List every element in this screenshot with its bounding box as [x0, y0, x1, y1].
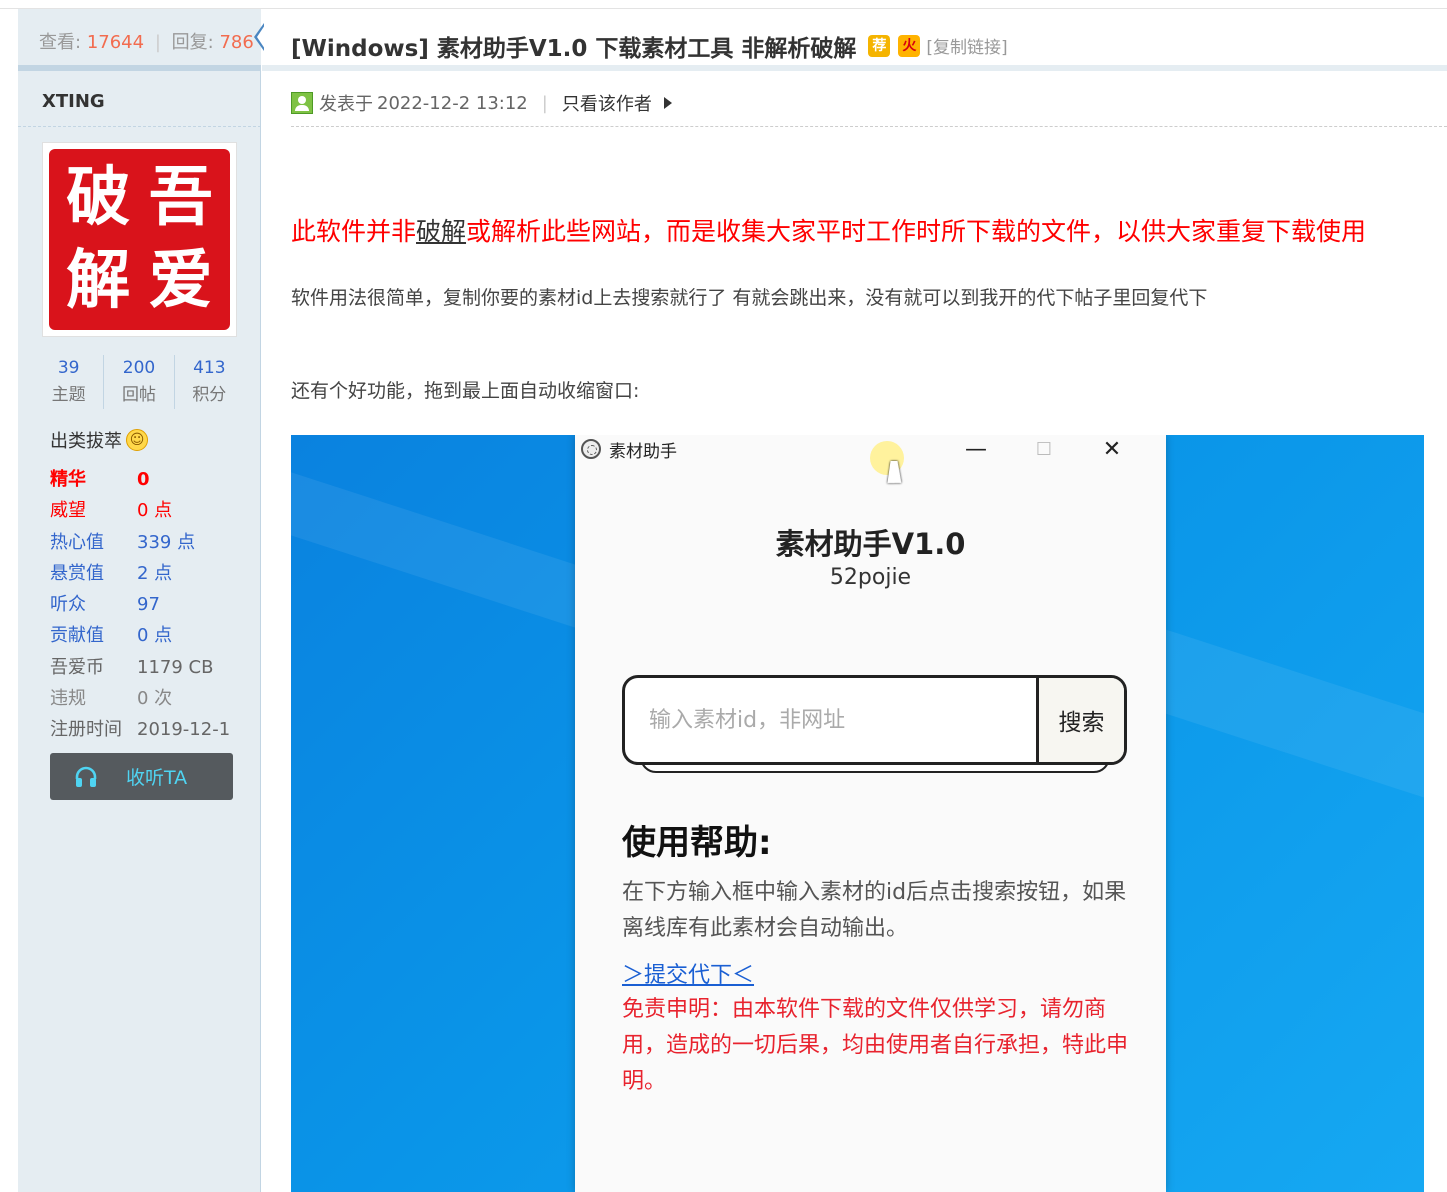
user-group-label[interactable]: 出类拔萃: [50, 427, 122, 453]
prop-key: 吾爱币: [50, 656, 104, 678]
submit-request-link[interactable]: ＞提交代下＜: [622, 957, 754, 989]
count-posts[interactable]: 200 回帖: [104, 355, 175, 409]
only-author-link[interactable]: 只看该作者: [562, 90, 652, 116]
prop-key: 热心值: [50, 531, 104, 553]
author-properties: 精华 0 威望 0 点 热心值 339 点 悬赏值 2 点 听众 97 贡献值 …: [50, 464, 230, 746]
follow-label[interactable]: 收听TA: [126, 763, 187, 790]
post-paragraph-feature: 还有个好功能，拖到最上面自动收缩窗口:: [291, 380, 640, 402]
prop-prestige: 威望 0 点: [50, 495, 230, 526]
meta-separator: |: [541, 92, 548, 114]
prop-contribution: 贡献值 0 点: [50, 620, 230, 651]
highlight-pre: 此软件并非: [291, 217, 417, 246]
prop-value: 2 点: [137, 562, 173, 584]
author-sidebar: 查看: 17644 | 回复: 786 XTING 破 吾 解 爱 39 主题 …: [18, 9, 265, 1192]
prop-violations: 违规 0 次: [50, 683, 230, 714]
prop-register-date: 注册时间 2019-12-1: [50, 714, 230, 745]
recommend-badge-icon[interactable]: 荐: [868, 34, 891, 57]
count-credits[interactable]: 413 积分: [175, 355, 244, 409]
seal-char: 破: [66, 160, 131, 235]
app-window-title: 素材助手: [609, 441, 677, 462]
online-user-icon: [291, 92, 313, 114]
count-label[interactable]: 主题: [34, 381, 103, 409]
close-button[interactable]: ✕: [1078, 435, 1146, 463]
replies-count: 786: [219, 32, 254, 53]
maximize-button[interactable]: ☐: [1010, 435, 1078, 463]
prop-key: 违规: [50, 688, 86, 710]
help-title: 使用帮助:: [622, 823, 772, 863]
seal-char: 爱: [148, 242, 213, 318]
prop-essence: 精华 0: [50, 464, 230, 495]
window-controls: — ☐ ✕: [942, 435, 1146, 463]
count-label[interactable]: 回帖: [104, 381, 173, 409]
prop-value: 97: [137, 594, 160, 616]
posted-time: 2022-12-2 13:12: [377, 92, 528, 114]
app-subtitle: 52pojie: [829, 565, 912, 590]
highlight-post: 或解析此些网站，而是收集大家平时工作时所下载的文件，以供大家重复下载使用: [466, 217, 1367, 246]
minimize-button[interactable]: —: [942, 435, 1010, 463]
prop-key: 贡献值: [50, 625, 104, 647]
smiley-icon: ☺: [126, 429, 148, 451]
views-label: 查看:: [39, 32, 82, 53]
prop-followers: 听众 97: [50, 589, 230, 620]
post-meta-divider: [291, 126, 1447, 127]
app-window: 素材助手 — ☐ ✕ 素材助手V1.0 52pojie 搜索 使用帮助: 在下方…: [575, 435, 1166, 1192]
count-value[interactable]: 200: [104, 355, 173, 381]
prop-key: 精华: [50, 469, 86, 490]
prop-value: 1179 CB: [137, 656, 214, 678]
prop-value: 0 点: [137, 500, 173, 522]
search-area: 搜索: [622, 675, 1127, 773]
post-paragraph-usage: 软件用法很简单，复制你要的素材id上去搜索就行了 有就会跳出来，没有就可以到我开…: [291, 287, 1208, 309]
app-icon: [581, 439, 601, 459]
copy-link[interactable]: [复制链接]: [926, 33, 1007, 58]
prop-key: 注册时间: [50, 719, 122, 741]
triangle-right-icon: [663, 97, 672, 109]
thread-header: [Windows] 素材助手V1.0 下载素材工具 非解析破解 荐 火 [复制链…: [262, 9, 1447, 71]
author-name[interactable]: XTING: [42, 91, 105, 112]
follow-button[interactable]: 收听TA: [50, 753, 233, 800]
hot-badge-icon[interactable]: 火: [898, 34, 921, 57]
search-box: 搜索: [622, 675, 1127, 765]
count-label[interactable]: 积分: [175, 381, 244, 409]
stats-separator: |: [154, 32, 161, 53]
posted-prefix: 发表于: [319, 94, 373, 115]
count-value[interactable]: 413: [175, 355, 244, 381]
keyword-link[interactable]: 破解: [416, 217, 466, 246]
prop-value: 0: [137, 469, 150, 490]
count-value[interactable]: 39: [34, 355, 103, 381]
prop-enthusiasm: 热心值 339 点: [50, 527, 230, 558]
mouse-pointer-icon: [887, 461, 905, 483]
post-meta: 发表于 2022-12-2 13:12 | 只看该作者: [291, 90, 672, 116]
thread-title: [Windows] 素材助手V1.0 下载素材工具 非解析破解: [291, 35, 857, 62]
views-count: 17644: [86, 32, 145, 53]
post-screenshot[interactable]: 素材助手 — ☐ ✕ 素材助手V1.0 52pojie 搜索 使用帮助: 在下方…: [291, 435, 1424, 1192]
search-input[interactable]: [625, 678, 1036, 762]
count-threads[interactable]: 39 主题: [34, 355, 105, 409]
post-highlight-line: 此软件并非破解或解析此些网站，而是收集大家平时工作时所下载的文件，以供大家重复下…: [291, 212, 1366, 248]
disclaimer-text: 免责申明：由本软件下载的文件仅供学习，请勿商用，造成的一切后果，均由使用者自行承…: [622, 997, 1129, 1094]
author-divider: [18, 126, 261, 127]
replies-label: 回复:: [171, 32, 214, 53]
headphones-icon: [75, 766, 97, 787]
app-name: 素材助手V1.0: [775, 527, 966, 561]
seal-char: 解: [66, 242, 131, 318]
prop-value: 0 次: [137, 688, 173, 710]
search-button[interactable]: 搜索: [1036, 678, 1124, 762]
help-text: 在下方输入框中输入素材的id后点击搜索按钮，如果离线库有此素材会自动输出。: [622, 880, 1127, 941]
prop-bounty: 悬赏值 2 点: [50, 558, 230, 589]
prop-key: 听众: [50, 594, 86, 616]
prop-key: 威望: [50, 500, 86, 522]
prop-key: 悬赏值: [50, 562, 104, 584]
author-counts: 39 主题 200 回帖 413 积分: [34, 355, 244, 409]
prop-value: 2019-12-1: [137, 719, 231, 741]
seal-char: 吾: [148, 160, 213, 235]
prop-value: 339 点: [137, 531, 196, 553]
thread-stats: 查看: 17644 | 回复: 786: [18, 9, 265, 71]
prop-value: 0 点: [137, 625, 173, 647]
avatar-seal-logo: 破 吾 解 爱: [49, 149, 230, 330]
prop-coins: 吾爱币 1179 CB: [50, 652, 230, 683]
user-group: 出类拔萃 ☺: [50, 427, 148, 453]
avatar[interactable]: 破 吾 解 爱: [42, 142, 237, 337]
